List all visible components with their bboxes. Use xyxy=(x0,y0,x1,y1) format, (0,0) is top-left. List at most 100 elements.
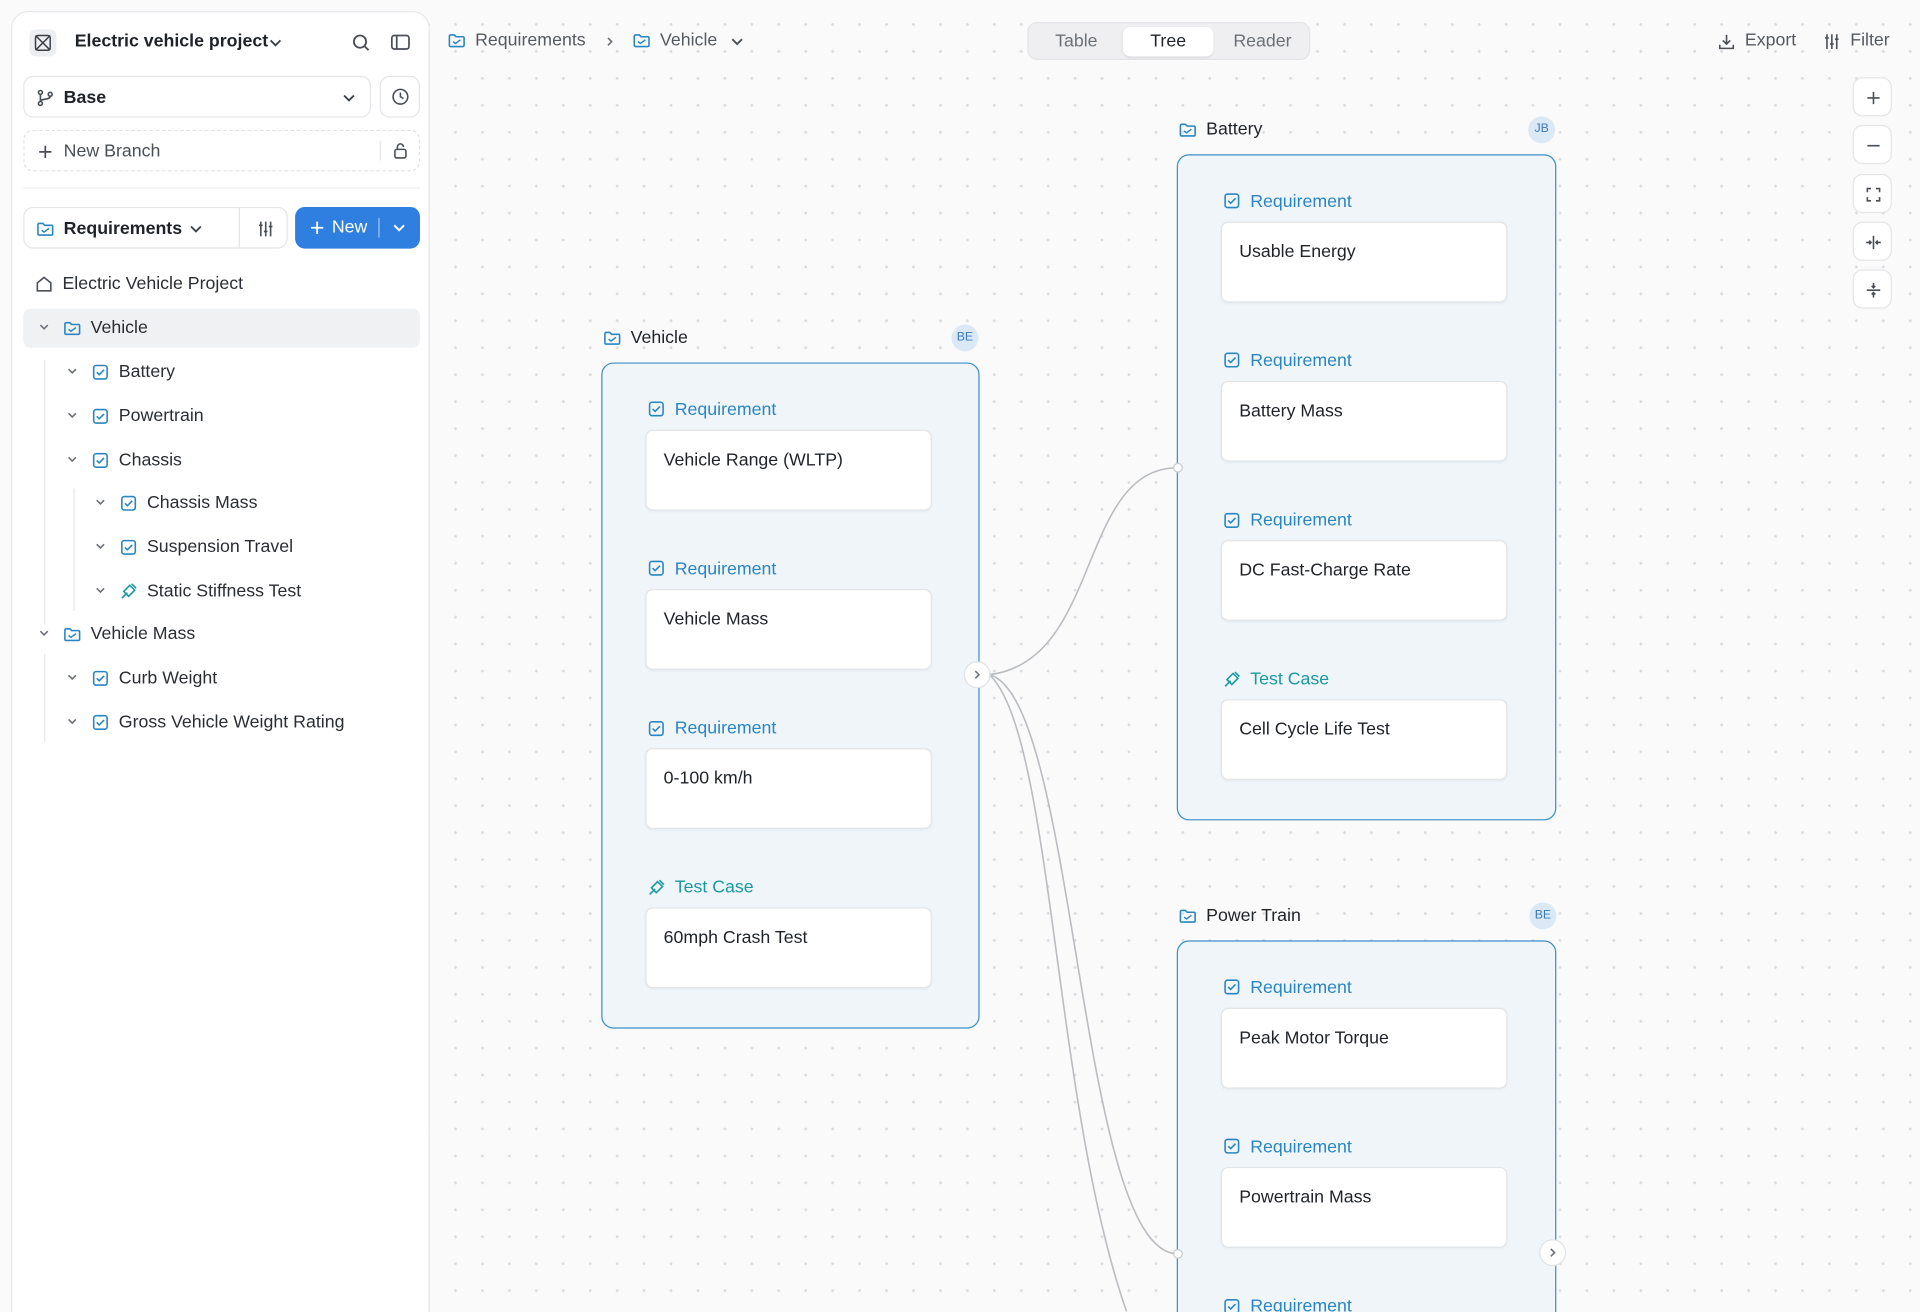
chevron-right-icon xyxy=(970,667,985,682)
tree-item-chassis[interactable]: Chassis xyxy=(23,441,420,480)
sliders-icon[interactable] xyxy=(256,219,276,239)
tree-item-label: Battery xyxy=(118,362,176,383)
node-card[interactable]: Cell Cycle Life Test xyxy=(1220,699,1508,781)
folder-icon xyxy=(1178,120,1198,140)
node-card[interactable]: Peak Motor Torque xyxy=(1220,1007,1508,1089)
avatar[interactable]: BE xyxy=(951,324,979,352)
zoom-out-button[interactable] xyxy=(1852,124,1892,165)
node-type-label: Requirement xyxy=(1250,510,1352,531)
tree-item-battery[interactable]: Battery xyxy=(23,353,420,392)
tree-item-chassis-mass[interactable]: Chassis Mass xyxy=(23,484,420,523)
tree-item-gross-vehicle-weight-rating[interactable]: Gross Vehicle Weight Rating xyxy=(23,703,420,742)
requirement-icon xyxy=(1222,1136,1242,1156)
requirement-icon xyxy=(1222,977,1242,997)
requirement-icon xyxy=(91,669,111,689)
lock-icon[interactable] xyxy=(391,141,411,161)
node-type-label: Test Case xyxy=(1250,669,1330,690)
tab-table[interactable]: Table xyxy=(1033,27,1119,56)
tree-item-label: Chassis xyxy=(118,450,182,471)
chevron-right-icon xyxy=(602,34,617,49)
chevron-down-icon[interactable] xyxy=(65,670,80,685)
requirement-icon xyxy=(91,362,111,382)
node-title: 60mph Crash Test xyxy=(663,928,808,948)
new-item-button[interactable]: New xyxy=(295,206,421,249)
breadcrumb-item-vehicle[interactable]: Vehicle xyxy=(660,31,717,51)
tab-reader[interactable]: Reader xyxy=(1217,27,1308,56)
node-type-label: Requirement xyxy=(1250,1296,1352,1312)
node-card[interactable]: Usable Energy xyxy=(1220,221,1508,303)
requirement-icon xyxy=(1222,350,1242,370)
divider xyxy=(379,140,381,161)
folder-icon xyxy=(62,624,82,644)
avatar[interactable]: JB xyxy=(1528,116,1556,144)
new-branch-button[interactable]: New Branch xyxy=(23,129,421,172)
filter-label: Filter xyxy=(1850,30,1890,51)
divider xyxy=(238,206,241,249)
node-card[interactable]: Vehicle Range (WLTP) xyxy=(645,429,932,511)
expand-handle[interactable] xyxy=(1539,1239,1567,1267)
branch-select[interactable]: Base xyxy=(23,75,372,118)
zoom-in-button[interactable] xyxy=(1852,77,1892,117)
module-select[interactable]: Requirements xyxy=(23,206,288,249)
chevron-down-icon[interactable] xyxy=(37,320,52,335)
requirement-icon xyxy=(647,399,667,419)
chevron-down-icon[interactable] xyxy=(391,219,408,236)
requirement-icon xyxy=(1222,191,1242,211)
tab-tree[interactable]: Tree xyxy=(1122,26,1214,57)
requirement-icon xyxy=(647,558,667,578)
plus-icon xyxy=(36,142,56,162)
collapse-vertical-button[interactable] xyxy=(1852,269,1892,309)
sidebar: Electric vehicle project Base New Branch xyxy=(11,11,430,1312)
breadcrumb-item-requirements[interactable]: Requirements xyxy=(475,31,586,51)
tree-item-suspension-travel[interactable]: Suspension Travel xyxy=(23,528,420,567)
node-card[interactable]: 60mph Crash Test xyxy=(645,907,932,989)
chevron-down-icon[interactable] xyxy=(729,33,746,50)
chevron-down-icon[interactable] xyxy=(65,408,80,423)
chevron-down-icon[interactable] xyxy=(93,495,108,510)
fullscreen-icon xyxy=(1864,185,1884,205)
test-case-icon xyxy=(1222,670,1242,690)
group-title[interactable]: Power Train xyxy=(1206,906,1301,926)
history-button[interactable] xyxy=(379,75,421,118)
git-branch-icon xyxy=(36,88,56,108)
node-title: Vehicle Mass xyxy=(663,609,769,630)
tree-item-label: Static Stiffness Test xyxy=(146,581,302,602)
minus-icon xyxy=(1864,136,1884,156)
chevron-down-icon[interactable] xyxy=(65,452,80,467)
connector-endpoint xyxy=(1173,462,1183,473)
folder-icon xyxy=(447,31,467,51)
chevron-down-icon[interactable] xyxy=(65,714,80,729)
chevron-down-icon[interactable] xyxy=(37,626,52,641)
collapse-horizontal-button[interactable] xyxy=(1852,221,1892,261)
new-branch-label: New Branch xyxy=(63,142,161,162)
group-title[interactable]: Vehicle xyxy=(631,328,688,348)
chevron-down-icon[interactable] xyxy=(93,539,108,554)
requirement-icon xyxy=(91,713,111,733)
tree-item-curb-weight[interactable]: Curb Weight xyxy=(23,659,420,698)
node-type-label: Requirement xyxy=(1250,351,1352,372)
node-card[interactable]: Powertrain Mass xyxy=(1220,1166,1508,1248)
avatar[interactable]: BE xyxy=(1529,902,1557,930)
project-name: Electric vehicle project xyxy=(74,31,269,52)
fit-view-button[interactable] xyxy=(1852,173,1892,214)
download-icon xyxy=(1717,32,1737,52)
tree-item-vehicle-mass[interactable]: Vehicle Mass xyxy=(23,615,420,654)
chevron-down-icon[interactable] xyxy=(93,583,108,598)
node-card[interactable]: Vehicle Mass xyxy=(645,588,932,670)
chevron-down-icon[interactable] xyxy=(65,364,80,379)
expand-handle[interactable] xyxy=(963,661,991,689)
requirement-icon xyxy=(119,538,139,558)
sidebar-toggle-icon[interactable] xyxy=(388,31,412,55)
search-icon[interactable] xyxy=(349,31,373,55)
node-card[interactable]: 0-100 km/h xyxy=(645,748,932,829)
tree-item-vehicle[interactable]: Vehicle xyxy=(23,308,421,348)
tree-item-electric-vehicle-project[interactable]: Electric Vehicle Project xyxy=(23,264,420,303)
node-card[interactable]: Battery Mass xyxy=(1220,380,1508,462)
chevron-down-icon xyxy=(267,34,284,51)
test-case-icon xyxy=(647,878,667,898)
node-card[interactable]: DC Fast-Charge Rate xyxy=(1220,540,1508,621)
group-title[interactable]: Battery xyxy=(1206,120,1262,140)
tree-item-static-stiffness-test[interactable]: Static Stiffness Test xyxy=(23,572,420,611)
tree-item-label: Chassis Mass xyxy=(146,493,258,514)
tree-item-powertrain[interactable]: Powertrain xyxy=(23,397,420,436)
